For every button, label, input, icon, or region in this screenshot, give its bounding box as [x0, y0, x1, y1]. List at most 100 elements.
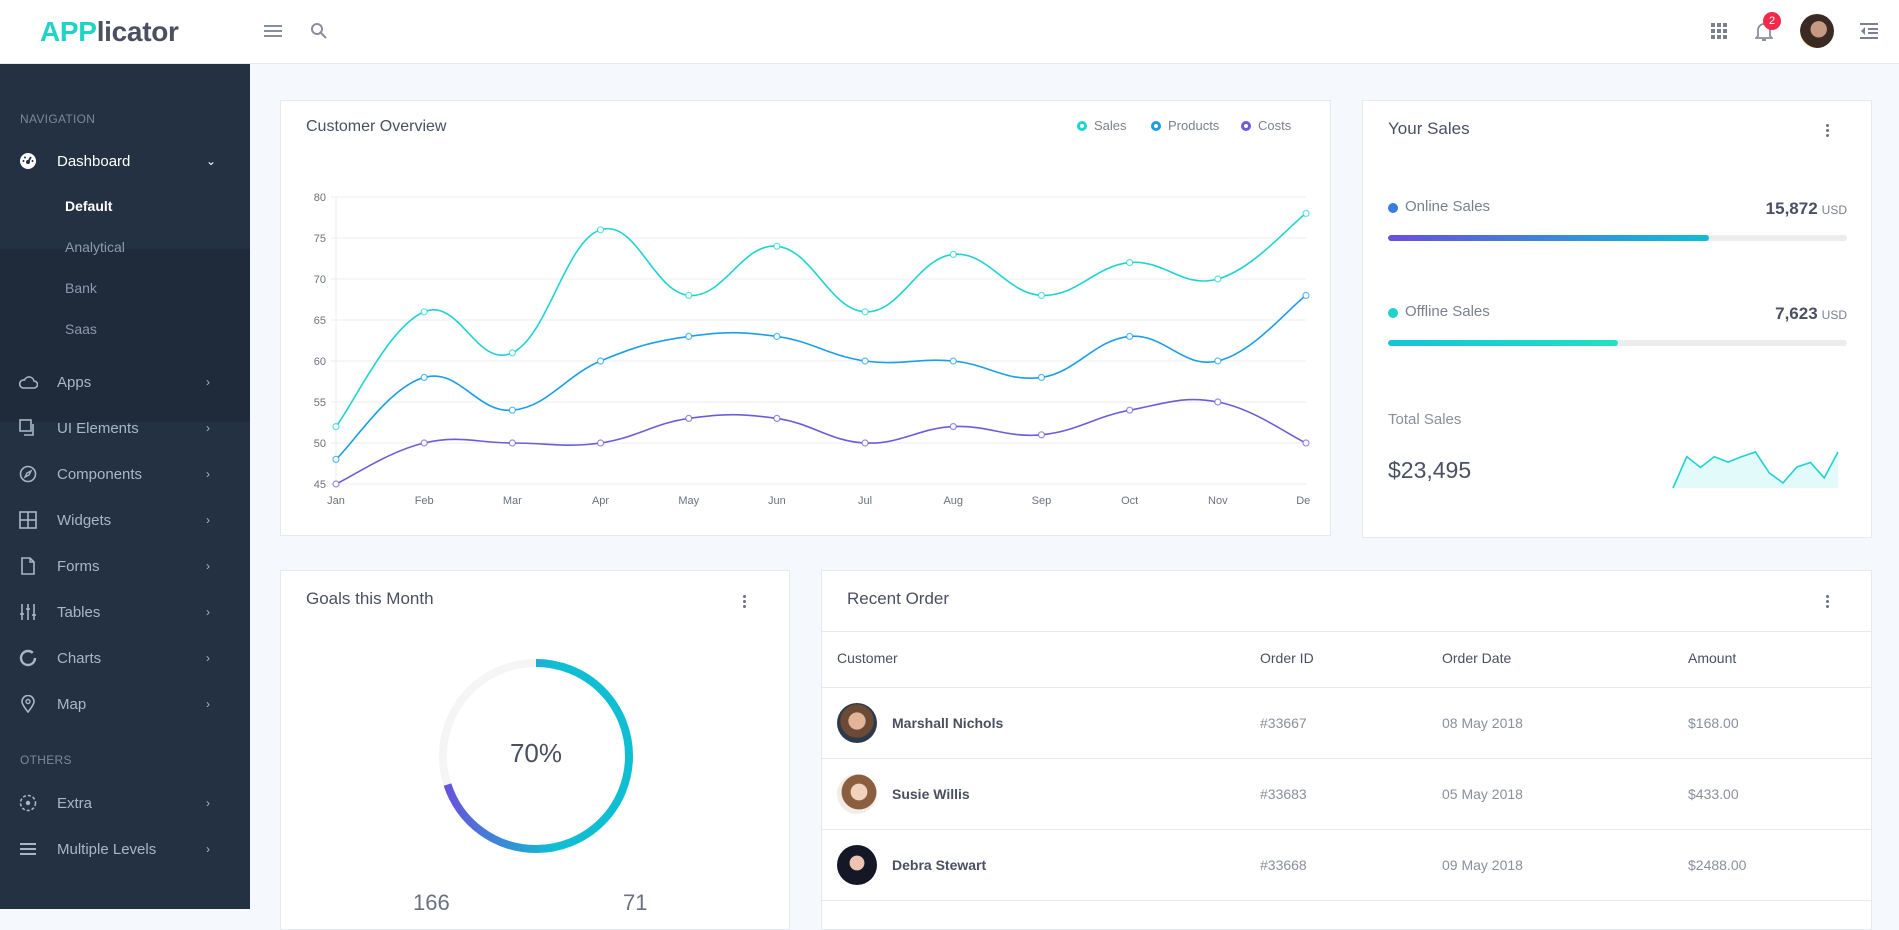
data-point-sales	[1037, 291, 1046, 300]
y-tick-label: 65	[314, 315, 326, 327]
x-tick-label: May	[678, 495, 699, 507]
menu-icon[interactable]	[260, 18, 286, 44]
order-amount: $168.00	[1688, 715, 1739, 731]
data-point-products	[1302, 291, 1310, 300]
offline-sales-label: Offline Sales	[1405, 303, 1490, 320]
column-header-customer[interactable]: Customer	[837, 650, 898, 666]
sidebar-item-apps[interactable]: Apps ›	[0, 359, 250, 405]
data-point-costs	[861, 439, 869, 447]
legend-dot	[1151, 120, 1161, 131]
app-logo[interactable]: APPlicator	[40, 16, 179, 48]
legend-dot	[1241, 120, 1251, 131]
sidebar-item-ui-elements[interactable]: UI Elements ›	[0, 405, 250, 451]
chevron-right-icon: ›	[206, 605, 210, 619]
submenu-item-default[interactable]: Default	[65, 198, 112, 214]
x-tick-label: Dec	[1296, 495, 1310, 507]
x-tick-label: Feb	[415, 495, 434, 507]
legend-item-products[interactable]: Products	[1151, 118, 1219, 133]
card-title: Customer Overview	[306, 118, 447, 135]
order-id: #33667	[1260, 715, 1307, 731]
order-id: #33668	[1260, 857, 1307, 873]
order-id: #33683	[1260, 786, 1307, 802]
submenu-item-saas[interactable]: Saas	[65, 321, 97, 337]
sidebar-item-charts[interactable]: Charts ›	[0, 635, 250, 681]
sidebar-item-label: Forms	[57, 557, 100, 575]
series-line-costs	[335, 398, 1307, 485]
sidebar-item-label: Apps	[57, 373, 92, 391]
offline-sales-dot	[1388, 308, 1398, 318]
offline-sales-progress	[1388, 340, 1847, 346]
x-tick-label: Jan	[327, 495, 345, 507]
legend-item-sales[interactable]: Sales	[1077, 118, 1127, 133]
column-header-amount[interactable]: Amount	[1688, 650, 1736, 666]
sidebar-item-tables[interactable]: Tables ›	[0, 589, 250, 635]
y-tick-label: 55	[314, 397, 326, 409]
y-tick-label: 60	[314, 356, 326, 368]
sidebar-item-dashboard[interactable]: Dashboard ⌄	[0, 138, 250, 184]
y-tick-label: 45	[314, 479, 326, 491]
order-date: 09 May 2018	[1442, 857, 1523, 873]
x-tick-label: Apr	[592, 495, 609, 507]
data-point-costs	[420, 439, 428, 447]
sliders-icon	[18, 602, 38, 622]
x-tick-label: Jun	[768, 495, 786, 507]
total-sales-label: Total Sales	[1388, 411, 1462, 428]
data-point-sales	[773, 242, 781, 250]
online-sales-progress	[1388, 235, 1847, 241]
data-point-products	[1126, 332, 1134, 340]
sidebar-item-label: Map	[57, 695, 87, 713]
more-options-icon[interactable]	[1819, 591, 1835, 611]
card-title: Recent Order	[847, 589, 950, 608]
user-avatar[interactable]	[1800, 14, 1834, 48]
data-point-costs	[508, 439, 516, 447]
data-point-products	[420, 373, 428, 381]
x-tick-label: Sep	[1032, 495, 1052, 507]
column-header-order-id[interactable]: Order ID	[1260, 650, 1314, 666]
offline-sales-value: 7,623 USD	[1775, 304, 1847, 323]
online-sales-value: 15,872 USD	[1765, 199, 1847, 218]
sidebar-item-widgets[interactable]: Widgets ›	[0, 497, 250, 543]
sidebar-item-components[interactable]: Components ›	[0, 451, 250, 497]
right-panel-toggle-icon[interactable]	[1856, 18, 1882, 44]
chevron-right-icon: ›	[206, 796, 210, 810]
goal-stat-right: 71	[623, 890, 648, 915]
sidebar-item-extra[interactable]: Extra ›	[0, 780, 250, 826]
order-date: 05 May 2018	[1442, 786, 1523, 802]
data-point-products	[332, 455, 340, 463]
customer-avatar	[837, 845, 877, 885]
sidebar-item-multiple-levels[interactable]: Multiple Levels ›	[0, 826, 250, 872]
data-point-costs	[332, 480, 340, 488]
more-options-icon[interactable]	[736, 591, 752, 611]
submenu-item-analytical[interactable]: Analytical	[65, 239, 125, 255]
data-point-sales	[685, 291, 693, 300]
chevron-down-icon: ⌄	[206, 154, 217, 168]
gauge-icon	[18, 151, 38, 171]
sidebar-item-label: Extra	[57, 794, 93, 812]
submenu-item-bank[interactable]: Bank	[65, 280, 97, 296]
data-point-costs	[1302, 439, 1310, 447]
search-icon[interactable]	[306, 18, 332, 44]
goal-stat-left: 166	[413, 890, 450, 915]
data-point-sales	[1126, 258, 1134, 267]
customer-name: Marshall Nichols	[892, 715, 1004, 731]
data-point-sales	[508, 349, 516, 357]
sidebar-item-label: Dashboard	[57, 152, 131, 170]
apps-grid-icon[interactable]	[1706, 18, 1732, 44]
top-header: APPlicator 2	[0, 0, 1899, 64]
more-options-icon[interactable]	[1819, 120, 1835, 140]
data-point-sales	[949, 250, 957, 259]
sidebar-item-label: Charts	[57, 649, 102, 667]
customer-name: Debra Stewart	[892, 857, 987, 873]
sparkline-area	[1673, 452, 1838, 488]
card-title: Your Sales	[1388, 119, 1470, 138]
x-tick-label: Aug	[943, 495, 963, 507]
sidebar-item-forms[interactable]: Forms ›	[0, 543, 250, 589]
y-tick-label: 80	[314, 192, 326, 204]
data-point-sales	[596, 226, 605, 234]
sidebar-item-label: UI Elements	[57, 419, 139, 437]
column-header-order-date[interactable]: Order Date	[1442, 650, 1511, 666]
sidebar-item-map[interactable]: Map ›	[0, 681, 250, 727]
legend-item-costs[interactable]: Costs	[1241, 118, 1291, 133]
card-title: Goals this Month	[306, 589, 434, 608]
data-point-sales	[861, 308, 869, 316]
